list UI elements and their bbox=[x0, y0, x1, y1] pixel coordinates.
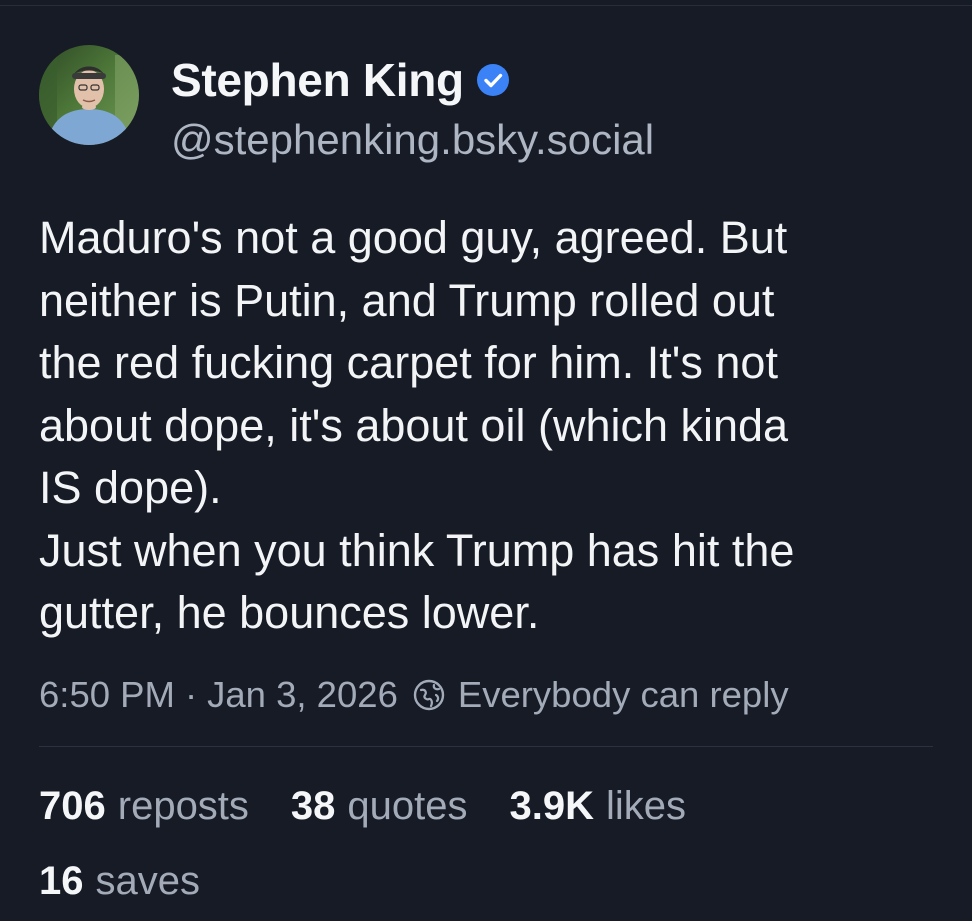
globe-icon bbox=[412, 678, 446, 712]
avatar[interactable] bbox=[39, 45, 139, 145]
likes-stat[interactable]: 3.9K likes bbox=[510, 784, 687, 829]
likes-label: likes bbox=[606, 783, 687, 828]
quotes-stat[interactable]: 38 quotes bbox=[291, 784, 468, 829]
post-body-text: Maduro's not a good guy, agreed. But nei… bbox=[39, 212, 795, 638]
top-border bbox=[0, 5, 972, 6]
meta-separator: · bbox=[184, 674, 198, 715]
stats-divider bbox=[39, 746, 933, 747]
post-date[interactable]: Jan 3, 2026 bbox=[207, 674, 398, 716]
verified-check-icon[interactable] bbox=[476, 63, 510, 97]
post-meta: 6:50 PM · Jan 3, 2026 Everybody can repl… bbox=[39, 667, 789, 723]
saves-count: 16 bbox=[39, 858, 84, 903]
engagement-stats-secondary: 16 saves bbox=[39, 853, 242, 909]
author-handle[interactable]: @stephenking.bsky.social bbox=[171, 116, 654, 164]
author-display-name[interactable]: Stephen King bbox=[171, 53, 464, 107]
likes-count: 3.9K bbox=[509, 783, 595, 828]
engagement-stats: 706 reposts 38 quotes 3.9K likes bbox=[39, 778, 728, 834]
reposts-count: 706 bbox=[39, 783, 106, 828]
post-time[interactable]: 6:50 PM bbox=[39, 674, 175, 716]
quotes-count: 38 bbox=[290, 783, 336, 828]
reposts-label: reposts bbox=[117, 783, 249, 828]
avatar-photo bbox=[39, 45, 139, 145]
reply-setting[interactable]: Everybody can reply bbox=[458, 674, 789, 716]
quotes-label: quotes bbox=[347, 783, 468, 828]
author-name-row: Stephen King bbox=[171, 52, 510, 108]
saves-label: saves bbox=[95, 858, 201, 903]
saves-stat[interactable]: 16 saves bbox=[39, 859, 200, 904]
reposts-stat[interactable]: 706 reposts bbox=[39, 784, 249, 829]
